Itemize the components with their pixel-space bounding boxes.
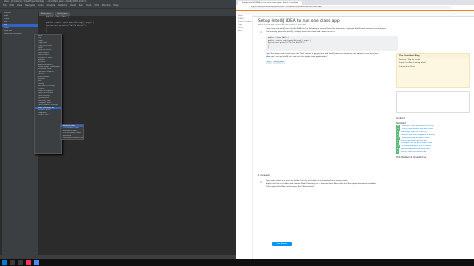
related-title[interactable]: Configure IntelliJ for a simple class <box>401 142 432 144</box>
answer-vote-count: 6 <box>260 181 262 184</box>
related-title[interactable]: Mark directory as sources root <box>402 137 429 139</box>
related-score: 9 <box>396 151 400 155</box>
advertisement <box>396 91 470 113</box>
sidebar-nav-item[interactable]: Jobs <box>236 30 252 33</box>
question-paragraph: How can I set up IntelliJ so I can run t… <box>266 55 328 58</box>
related-title[interactable]: Run single Java file in IntelliJ <box>401 131 426 133</box>
related-title[interactable]: Sources root not recognized in IntelliJ <box>401 134 435 136</box>
project-tree-item[interactable]: External Libraries <box>2 33 38 36</box>
related-title[interactable]: IntelliJ IDEA cannot run main class <box>402 128 433 130</box>
question-tags: java intellij-idea <box>266 60 398 64</box>
question-tag[interactable]: java <box>266 60 272 64</box>
your-answer-button[interactable]: Your Answer <box>272 242 292 246</box>
overflow-blog-box: The Overflow Blog Podcast – Flip the scr… <box>396 53 470 88</box>
context-menu: New Cut Copy Copy Path Copy Reference Paste Ju… <box>34 34 62 154</box>
question-code-block: public class Main { public static void m… <box>266 36 398 51</box>
question-main: Setup IntelliJ IDEA to run one class app… <box>252 15 402 259</box>
ide-window: idea - [C:\Users\...\IdeaProjects\idea] … <box>0 0 240 259</box>
answer-body: Your main class is in your src folder, b… <box>266 180 398 189</box>
windows-taskbar <box>0 259 474 266</box>
related-title[interactable]: How do I run a Java class in IntelliJ? <box>402 125 434 127</box>
context-menu-item[interactable]: Create Gist... <box>35 114 61 116</box>
question-paragraph: I'm learning Java with IntelliJ, I simpl… <box>266 31 336 33</box>
hot-network-header: Hot Network Questions <box>396 156 426 160</box>
url-input[interactable]: https://stackoverflow.com/questions/.../… <box>248 6 451 9</box>
related-title[interactable]: IntelliJ: class not found error <box>401 151 426 153</box>
intellij-icon[interactable] <box>26 260 31 265</box>
chrome-icon[interactable] <box>34 260 39 265</box>
blog-item[interactable]: Featured on Meta <box>397 65 469 69</box>
task-view-icon[interactable] <box>18 260 23 265</box>
related-section: Linked Related 45 How do I run a Java cla… <box>396 115 472 159</box>
question-title[interactable]: Setup IntelliJ IDEA to run one class app <box>258 18 340 23</box>
start-icon[interactable] <box>2 260 7 265</box>
answer-paragraph: Then right-click Main and choose Run 'Ma… <box>266 186 316 188</box>
question-body: I am very new with Java / IntelliJ IDEA,… <box>266 28 398 64</box>
related-title[interactable]: Run configuration for main class <box>401 148 430 150</box>
question-meta: asked 5 years ago viewed 6k times active… <box>258 24 306 26</box>
question-tag[interactable]: intellij-idea <box>272 60 285 64</box>
left-sidebar: Home PUBLIC Stack Overflow Tags Users Jobs <box>236 15 253 259</box>
answers-header: 1 Answer <box>258 174 271 177</box>
submenu-item[interactable]: Generated Sources Root <box>61 137 83 139</box>
code-line: } <box>46 31 48 33</box>
right-sidebar: The Overflow Blog Podcast – Flip the scr… <box>396 15 474 259</box>
related-question-link[interactable]: 9 IntelliJ: class not found error <box>396 151 472 155</box>
related-title[interactable]: IntelliJ run option greyed out <box>401 140 427 142</box>
linked-header: Linked <box>396 117 405 120</box>
question-vote-count: 4 <box>260 31 262 34</box>
mark-directory-submenu: Sources Root Test Sources Root Resources R… <box>60 124 84 140</box>
search-icon[interactable] <box>10 260 15 265</box>
code-line: } <box>268 47 270 50</box>
browser-window: Setup IntelliJ IDEA to run one class app… <box>236 0 474 259</box>
related-title[interactable]: Setting up project SDK in IntelliJ <box>402 145 431 147</box>
